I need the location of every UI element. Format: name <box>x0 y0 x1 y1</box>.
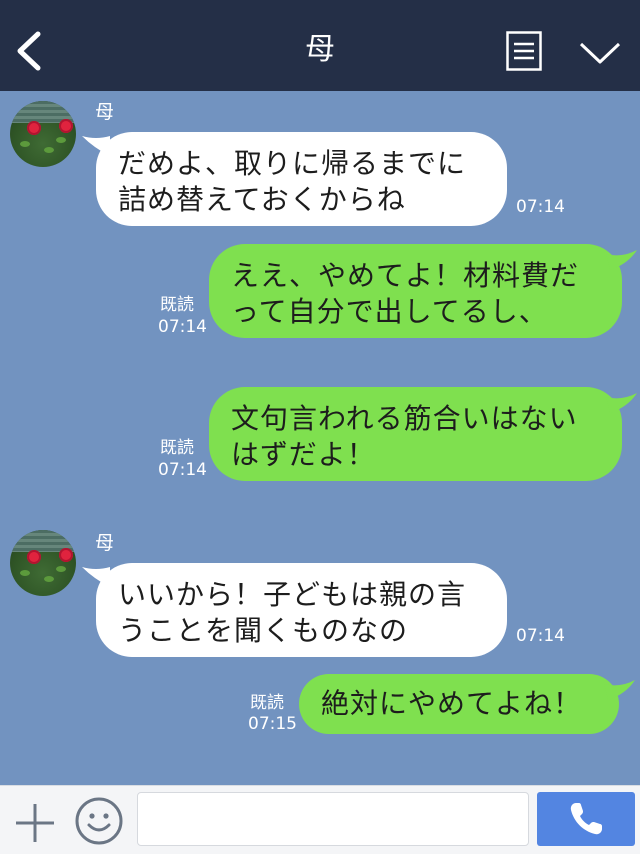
read-receipt: 既読 <box>250 693 284 713</box>
message-line: いいから！子どもは親の言 <box>118 578 467 611</box>
avatar[interactable] <box>10 530 76 596</box>
chat-title: 母 <box>305 32 335 67</box>
message-line: 文句言われる筋合いはない <box>231 402 578 435</box>
read-receipt: 既読 <box>160 295 194 315</box>
call-button[interactable] <box>537 792 635 846</box>
avatar[interactable] <box>10 101 76 167</box>
message-time: 07:14 <box>516 626 565 646</box>
message-time: 07:14 <box>516 197 565 217</box>
message-input-bar <box>0 785 640 854</box>
menu-list-icon[interactable] <box>506 31 542 71</box>
chevron-down-icon[interactable] <box>579 40 621 66</box>
message-time: 07:14 <box>158 317 207 337</box>
message-time: 07:15 <box>248 714 297 734</box>
message-line: って自分で出してるし、 <box>231 295 548 328</box>
message-line: だめよ、取りに帰るまでに <box>118 147 467 180</box>
chat-header: 母 <box>0 0 640 91</box>
read-receipt: 既読 <box>160 438 194 458</box>
message-bubble[interactable]: いいから！子どもは親の言 うことを聞くものなの <box>96 563 507 657</box>
message-line: うことを聞くものなの <box>118 614 409 647</box>
message-bubble[interactable]: ええ、やめてよ！材料費だ って自分で出してるし、 <box>209 244 622 338</box>
message-input[interactable] <box>137 792 529 846</box>
sender-name: 母 <box>95 101 115 123</box>
message-line: 絶対にやめてよね！ <box>321 687 583 720</box>
sender-name: 母 <box>95 532 115 554</box>
bubble-tail <box>606 250 637 270</box>
bubble-tail <box>606 393 637 413</box>
message-line: はずだよ！ <box>231 438 376 471</box>
smile-icon[interactable] <box>74 796 124 846</box>
message-bubble[interactable]: だめよ、取りに帰るまでに 詰め替えておくからね <box>96 132 507 226</box>
message-time: 07:14 <box>158 460 207 480</box>
message-line: ええ、やめてよ！材料費だ <box>231 259 580 292</box>
message-line: 詰め替えておくからね <box>118 183 406 216</box>
phone-icon <box>570 803 602 835</box>
message-bubble[interactable]: 文句言われる筋合いはない はずだよ！ <box>209 387 622 481</box>
bubble-tail <box>604 680 635 700</box>
message-bubble[interactable]: 絶対にやめてよね！ <box>299 674 619 734</box>
plus-icon[interactable] <box>14 802 56 844</box>
